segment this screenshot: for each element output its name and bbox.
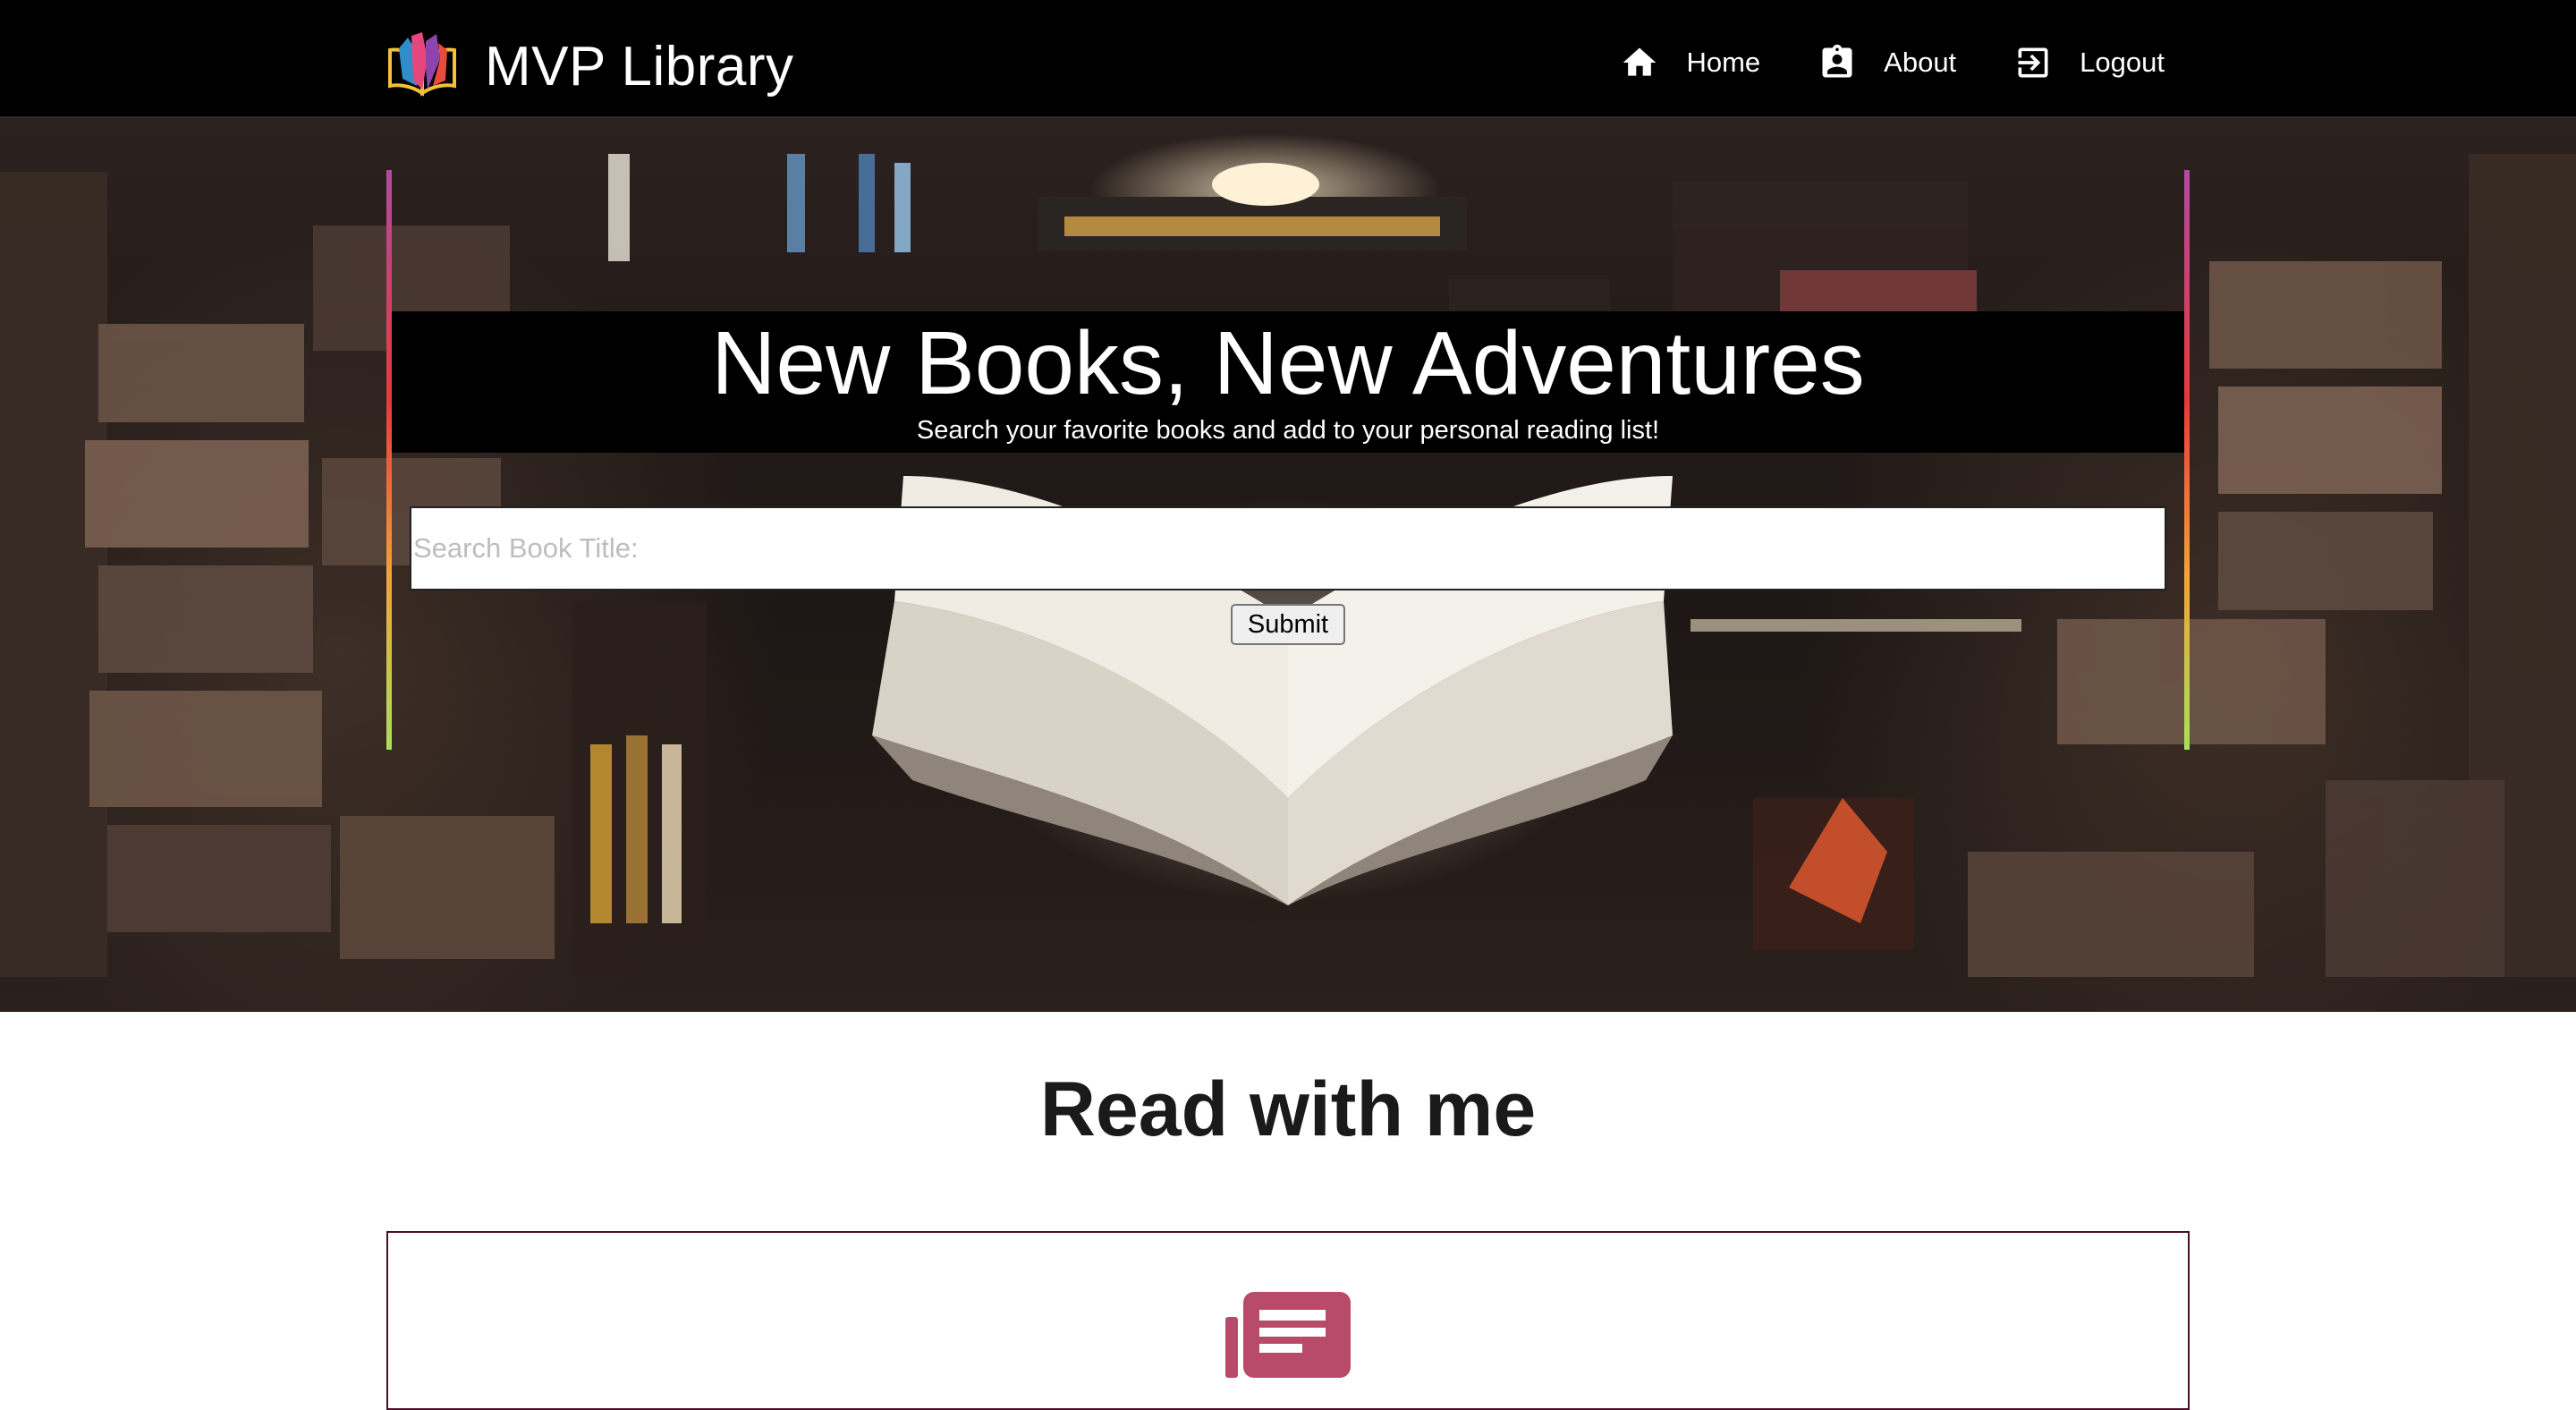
nav-about-link[interactable]: About	[1818, 43, 1956, 82]
nav-about-label: About	[1884, 47, 1957, 78]
nav-links: Home About Logout	[1563, 36, 2165, 89]
submit-button[interactable]: Submit	[1231, 604, 1345, 645]
reading-card	[386, 1231, 2190, 1410]
hero-banner: New Books, New Adventures Search your fa…	[0, 118, 2576, 1012]
hero-title-band: New Books, New Adventures Search your fa…	[392, 311, 2184, 453]
home-icon	[1620, 43, 1659, 82]
nav-logout-label: Logout	[2080, 47, 2165, 78]
navbar: MVP Library Home About Logout	[0, 0, 2576, 118]
nav-logout-link[interactable]: Logout	[2013, 43, 2165, 82]
contact-card-icon	[1818, 43, 1857, 82]
brand-link[interactable]: MVP Library	[386, 32, 793, 100]
nav-home-label: Home	[1686, 47, 1761, 78]
brand-title: MVP Library	[485, 35, 794, 98]
nav-home-link[interactable]: Home	[1620, 43, 1760, 82]
newspaper-icon	[1225, 1292, 1351, 1378]
frame-line-right	[2184, 170, 2190, 750]
hero-subtitle: Search your favorite books and add to yo…	[916, 416, 1660, 445]
frame-line-left	[386, 170, 392, 750]
section-title: Read with me	[1039, 1066, 1537, 1152]
hero-title: New Books, New Adventures	[711, 313, 1865, 413]
search-book-title-input[interactable]	[410, 506, 2166, 590]
logout-icon	[2013, 43, 2053, 82]
library-logo-icon	[388, 32, 456, 97]
